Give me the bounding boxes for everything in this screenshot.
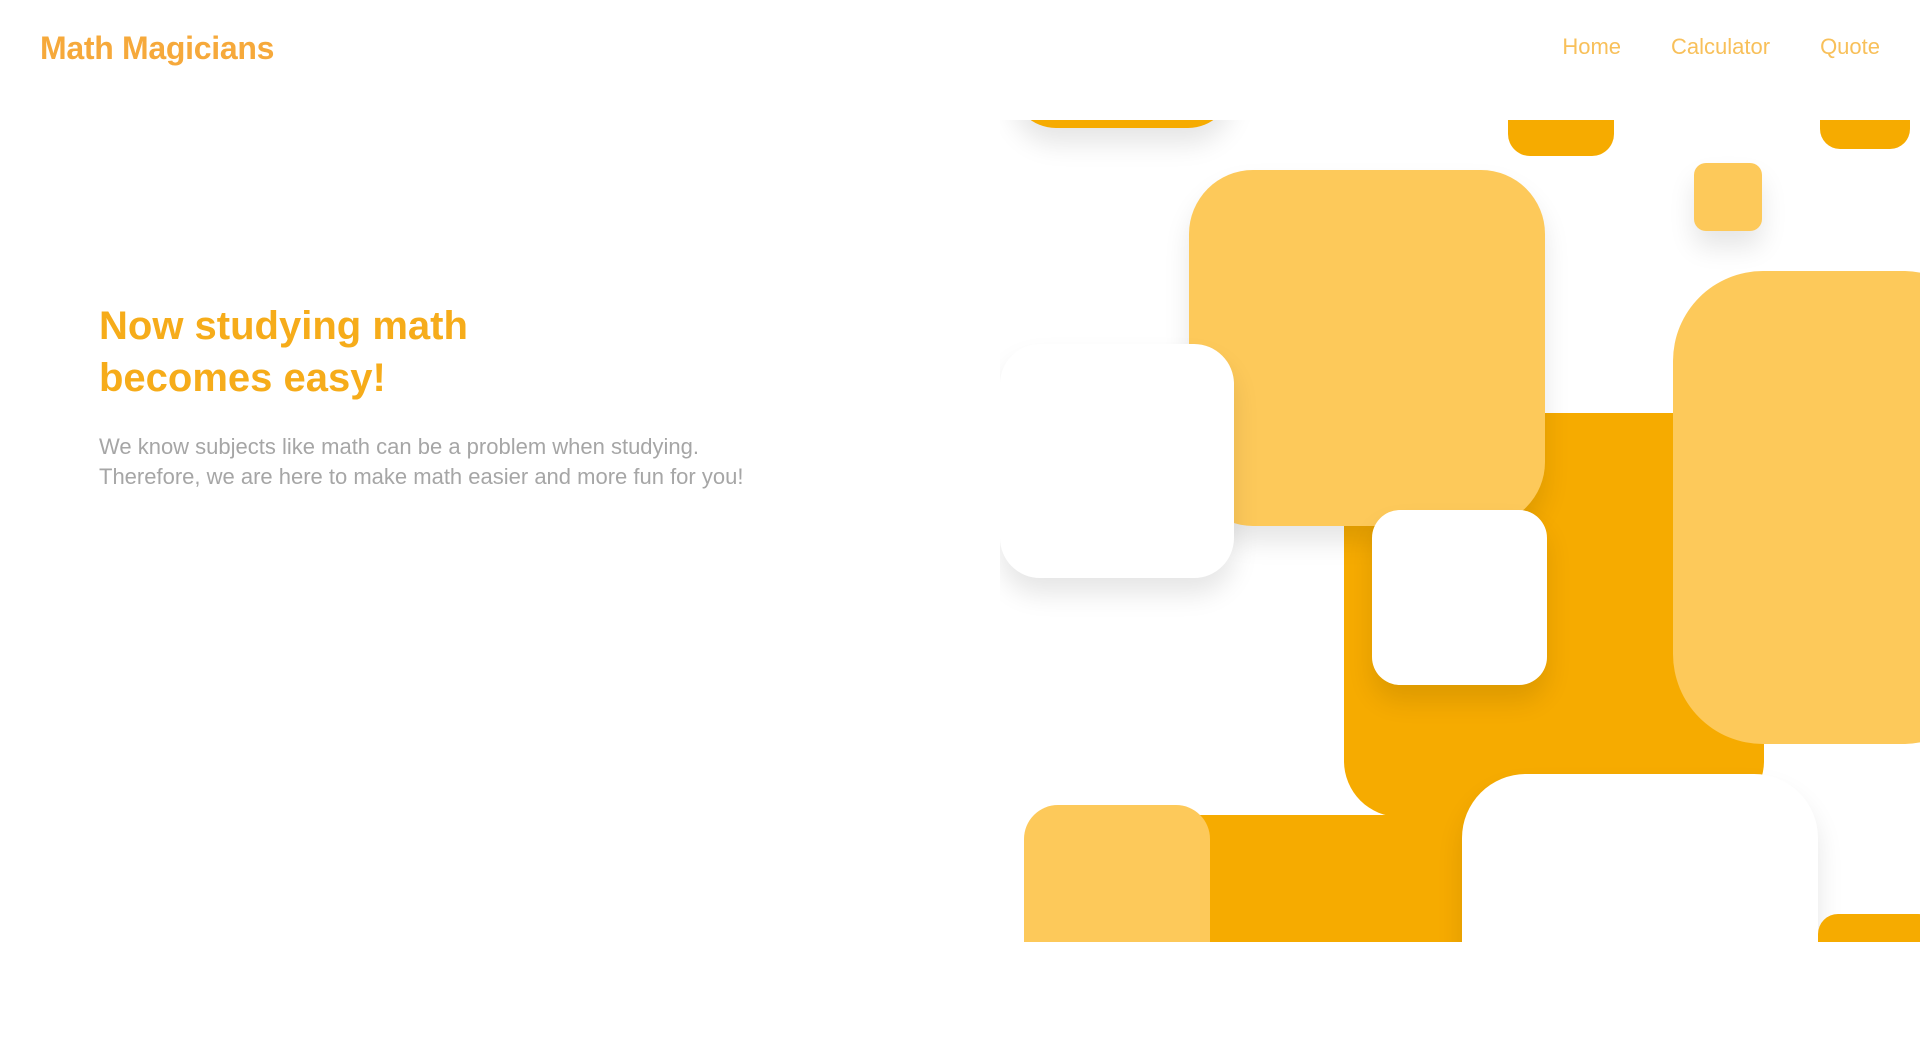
- decor-tile: [1000, 344, 1234, 578]
- navbar: Math Magicians Home Calculator Quote: [0, 0, 1920, 100]
- decor-tile: [1372, 510, 1547, 685]
- decor-tile: [1673, 271, 1920, 744]
- hero-subtitle: We know subjects like math can be a prob…: [99, 434, 744, 489]
- nav-link-quote[interactable]: Quote: [1820, 34, 1880, 59]
- nav-menu: Home Calculator Quote: [1562, 34, 1880, 60]
- hero-heading: Now studying math becomes easy!: [99, 304, 468, 400]
- decor-tile: [1462, 774, 1818, 942]
- hero-illustration: [1000, 120, 1920, 942]
- decor-tile: [1818, 914, 1920, 942]
- nav-item-calculator: Calculator: [1671, 34, 1770, 60]
- decor-tile: [1189, 170, 1545, 526]
- hero-section: Now studying math becomes easy! We know …: [99, 300, 859, 492]
- nav-item-quote: Quote: [1820, 34, 1880, 60]
- nav-link-calculator[interactable]: Calculator: [1671, 34, 1770, 59]
- decor-tile: [1508, 120, 1614, 156]
- nav-link-home[interactable]: Home: [1562, 34, 1621, 59]
- decor-tile: [1024, 805, 1210, 942]
- decor-tile: [1168, 815, 1498, 942]
- decor-tile: [1820, 120, 1910, 149]
- site-logo[interactable]: Math Magicians: [40, 30, 274, 67]
- decor-tile: [1694, 163, 1762, 231]
- decor-tile: [1012, 120, 1232, 128]
- nav-item-home: Home: [1562, 34, 1621, 60]
